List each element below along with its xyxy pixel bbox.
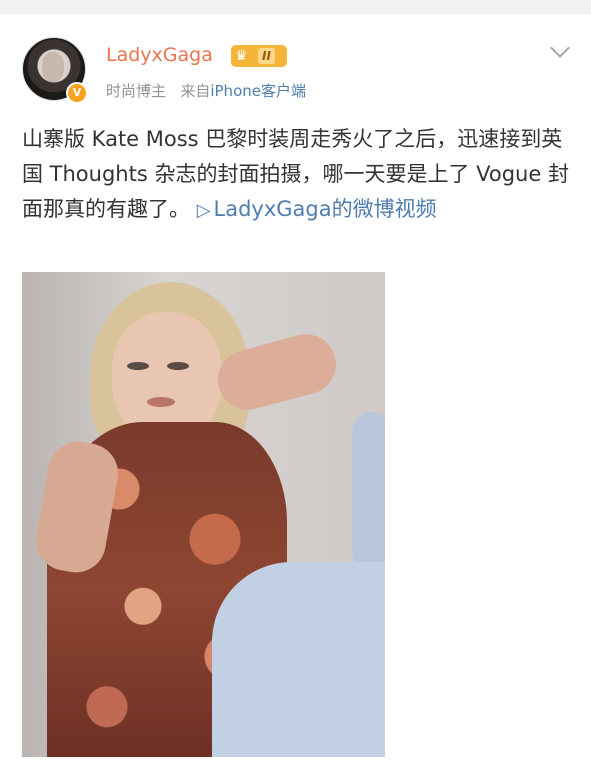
source-device-link[interactable]: iPhone客户端 [210, 82, 306, 100]
top-divider-bar [0, 0, 591, 14]
photo-lips [147, 397, 175, 407]
verified-icon: V [66, 82, 88, 104]
video-link-label: LadyxGaga的微博视频 [213, 197, 437, 221]
chevron-down-icon[interactable] [550, 38, 570, 58]
post-text: 山寨版 Kate Moss 巴黎时装周走秀火了之后，迅速接到英国 Thought… [22, 122, 572, 228]
crown-icon: ♛ [235, 48, 248, 64]
avatar-face [42, 52, 64, 82]
photo-eye-right [167, 362, 189, 370]
author-role: 时尚博主 [106, 82, 167, 100]
photo-eye-left [127, 362, 149, 370]
video-link[interactable]: ▷ LadyxGaga的微博视频 [197, 197, 437, 221]
photo-arm-upper [352, 412, 385, 572]
post-meta: 时尚博主 来自iPhone客户端 [106, 80, 306, 101]
username[interactable]: LadyxGaga [106, 44, 213, 66]
member-level-badge[interactable]: ♛ II [231, 45, 287, 67]
source-prefix: 来自 [180, 82, 211, 100]
video-play-icon: ▷ [196, 200, 211, 221]
photo-arm-sleeve [212, 562, 385, 757]
member-level-label: II [258, 48, 275, 64]
post-photo[interactable] [22, 272, 385, 757]
